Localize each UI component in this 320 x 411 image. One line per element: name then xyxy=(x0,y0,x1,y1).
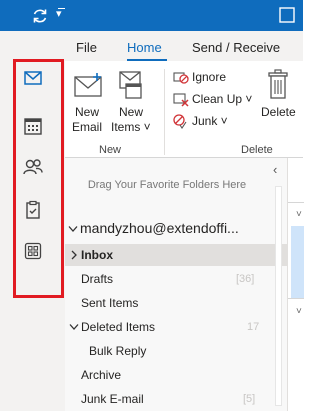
folder-pane: ‹ Drag Your Favorite Folders Here mandyz… xyxy=(65,158,287,411)
trash-icon xyxy=(268,69,288,99)
new-items-label-line1: New xyxy=(119,105,144,119)
mail-icon[interactable] xyxy=(22,67,44,89)
folder-label: Bulk Reply xyxy=(89,344,147,358)
ignore-icon xyxy=(173,72,189,84)
chevron-down-icon[interactable]: ˅ xyxy=(296,306,302,317)
new-items-icon xyxy=(119,71,142,99)
chevron-down-icon xyxy=(69,324,79,330)
folder-label: Archive xyxy=(81,368,122,382)
folder-item-drafts[interactable]: Drafts [36] xyxy=(65,268,269,290)
clean-up-label: Clean Up ˅ xyxy=(192,92,253,106)
new-group-label: New xyxy=(99,144,122,156)
folder-label: Junk E-mail xyxy=(81,392,144,406)
folder-item-bulk-reply[interactable]: Bulk Reply xyxy=(65,340,269,362)
ignore-button[interactable]: Ignore xyxy=(173,67,226,87)
folder-item-sent-items[interactable]: Sent Items xyxy=(65,292,269,314)
title-bar: ▾ xyxy=(0,0,303,31)
folder-item-junk-email[interactable]: Junk E-mail [5] xyxy=(65,388,269,410)
new-items-button[interactable]: New Items ˅ xyxy=(111,67,155,137)
people-icon[interactable] xyxy=(22,156,44,178)
ribbon-tabs: File Home Send / Receive xyxy=(65,31,303,61)
apps-icon[interactable] xyxy=(22,240,44,262)
new-email-icon xyxy=(74,73,102,97)
account-icon[interactable] xyxy=(277,5,297,25)
account-header[interactable]: mandyzhou@extendoffi... xyxy=(65,220,269,240)
clean-up-icon xyxy=(173,93,189,107)
chevron-down-icon[interactable]: ▾ xyxy=(56,7,65,21)
delete-group-label: Delete xyxy=(241,144,273,156)
tab-file[interactable]: File xyxy=(76,40,97,55)
new-email-button[interactable]: New Email xyxy=(69,67,109,137)
new-items-label-line2: Items ˅ xyxy=(111,120,151,134)
tab-send-receive[interactable]: Send / Receive xyxy=(192,40,280,55)
new-email-label-line1: New xyxy=(75,105,100,119)
folder-label: Inbox xyxy=(81,248,113,262)
message-list-edge[interactable]: ˅ ˅ xyxy=(287,158,304,411)
chevron-down-icon[interactable]: ˅ xyxy=(296,209,302,220)
delete-button[interactable]: Delete xyxy=(259,67,299,137)
folder-scrollbar[interactable] xyxy=(272,178,284,411)
ignore-label: Ignore xyxy=(192,70,227,84)
selected-message-indicator xyxy=(291,226,304,298)
folder-item-inbox[interactable]: Inbox xyxy=(65,244,287,266)
folder-count: 17 xyxy=(247,321,260,333)
highlight-box xyxy=(13,59,64,298)
folder-count: [36] xyxy=(236,273,255,285)
junk-icon xyxy=(173,114,187,129)
collapse-pane-icon[interactable]: ‹ xyxy=(273,162,277,177)
folder-label: Sent Items xyxy=(81,296,139,310)
folder-count: [5] xyxy=(243,393,256,405)
junk-label: Junk ˅ xyxy=(192,114,228,128)
calendar-icon[interactable] xyxy=(22,115,44,137)
junk-button[interactable]: Junk ˅ xyxy=(173,111,228,131)
divider xyxy=(288,202,304,203)
navigation-rail xyxy=(0,31,65,411)
clean-up-button[interactable]: Clean Up ˅ xyxy=(173,89,252,109)
chevron-right-icon xyxy=(71,250,77,260)
chevron-down-icon xyxy=(68,226,78,232)
sync-icon[interactable] xyxy=(31,7,49,25)
folder-label: Drafts xyxy=(81,272,114,286)
group-divider xyxy=(164,69,165,155)
delete-label: Delete xyxy=(261,105,296,119)
account-name: mandyzhou@extendoffi... xyxy=(80,220,239,236)
folder-item-deleted-items[interactable]: Deleted Items 17 xyxy=(65,316,269,338)
divider xyxy=(288,298,304,299)
tab-home[interactable]: Home xyxy=(127,40,162,55)
folder-item-archive[interactable]: Archive xyxy=(65,364,269,386)
tasks-icon[interactable] xyxy=(22,199,44,221)
favorites-hint: Drag Your Favorite Folders Here xyxy=(87,179,247,191)
folder-label: Deleted Items xyxy=(81,320,156,334)
ribbon: New Email New Items ˅ New Ignore Clean U… xyxy=(65,61,303,158)
new-email-label-line2: Email xyxy=(72,120,103,134)
